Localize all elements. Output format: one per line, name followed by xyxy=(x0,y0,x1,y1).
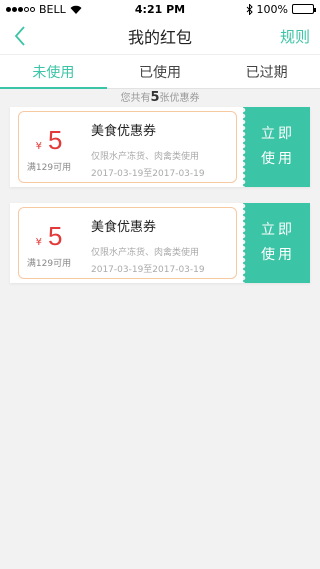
use-now-label-line1: 立即 xyxy=(261,222,295,238)
coupon-amount-box: ¥ 5 满129可用 xyxy=(19,208,79,278)
use-now-label-line2: 使用 xyxy=(261,247,295,263)
coupon-name: 美食优惠券 xyxy=(91,220,157,235)
battery-percent: 100% xyxy=(256,2,288,16)
signal-strength-icon xyxy=(6,6,35,12)
summary-suffix: 张优惠券 xyxy=(159,93,200,104)
tab-unused[interactable]: 未使用 xyxy=(0,55,107,89)
coupon-name: 美食优惠券 xyxy=(91,124,157,139)
coupon-card: ¥ 5 满129可用 美食优惠券 仅限水产冻货、肉禽类使用 2017-03-19… xyxy=(10,107,310,187)
wifi-icon xyxy=(70,5,82,14)
use-now-button[interactable]: 立即 使用 xyxy=(243,203,310,283)
coupon-list: ¥ 5 满129可用 美食优惠券 仅限水产冻货、肉禽类使用 2017-03-19… xyxy=(0,107,320,283)
coupon-summary: 您共有5张优惠券 xyxy=(0,89,320,107)
use-now-label-line2: 使用 xyxy=(261,151,295,167)
status-bar: BELL 4:21 PM 100% xyxy=(0,0,320,18)
coupon-count: 5 xyxy=(150,90,160,105)
currency-symbol: ¥ xyxy=(35,237,42,248)
carrier-name: BELL xyxy=(39,2,66,16)
coupon-info: 美食优惠券 仅限水产冻货、肉禽类使用 2017-03-19至2017-03-19 xyxy=(79,112,236,182)
tab-used[interactable]: 已使用 xyxy=(107,55,214,88)
chevron-left-icon xyxy=(14,26,25,46)
coupon-amount: 5 xyxy=(47,125,63,155)
status-time: 4:21 PM xyxy=(134,2,186,16)
coupon-date: 2017-03-19至2017-03-19 xyxy=(91,169,205,179)
nav-bar: 我的红包 规则 xyxy=(0,18,320,54)
tab-bar: 未使用 已使用 已过期 xyxy=(0,54,320,89)
coupon-amount: 5 xyxy=(47,221,63,251)
back-button[interactable] xyxy=(8,24,32,48)
coupon-info: 美食优惠券 仅限水产冻货、肉禽类使用 2017-03-19至2017-03-19 xyxy=(79,208,236,278)
coupon-amount-box: ¥ 5 满129可用 xyxy=(19,112,79,182)
bluetooth-icon xyxy=(246,3,253,15)
coupon-date: 2017-03-19至2017-03-19 xyxy=(91,265,205,275)
use-now-button[interactable]: 立即 使用 xyxy=(243,107,310,187)
use-now-label-line1: 立即 xyxy=(261,126,295,142)
page-title: 我的红包 xyxy=(127,28,192,47)
currency-symbol: ¥ xyxy=(35,141,42,152)
tab-expired[interactable]: 已过期 xyxy=(213,55,320,88)
coupon-scope: 仅限水产冻货、肉禽类使用 xyxy=(91,248,200,258)
coupon-body: ¥ 5 满129可用 美食优惠券 仅限水产冻货、肉禽类使用 2017-03-19… xyxy=(10,203,243,283)
coupon-condition: 满129可用 xyxy=(26,259,72,269)
coupon-scope: 仅限水产冻货、肉禽类使用 xyxy=(91,152,200,162)
rules-button[interactable]: 规则 xyxy=(280,26,310,47)
coupon-condition: 满129可用 xyxy=(26,163,72,173)
summary-prefix: 您共有 xyxy=(120,93,151,104)
battery-icon xyxy=(292,4,316,14)
coupon-card: ¥ 5 满129可用 美食优惠券 仅限水产冻货、肉禽类使用 2017-03-19… xyxy=(10,203,310,283)
coupon-body: ¥ 5 满129可用 美食优惠券 仅限水产冻货、肉禽类使用 2017-03-19… xyxy=(10,107,243,187)
